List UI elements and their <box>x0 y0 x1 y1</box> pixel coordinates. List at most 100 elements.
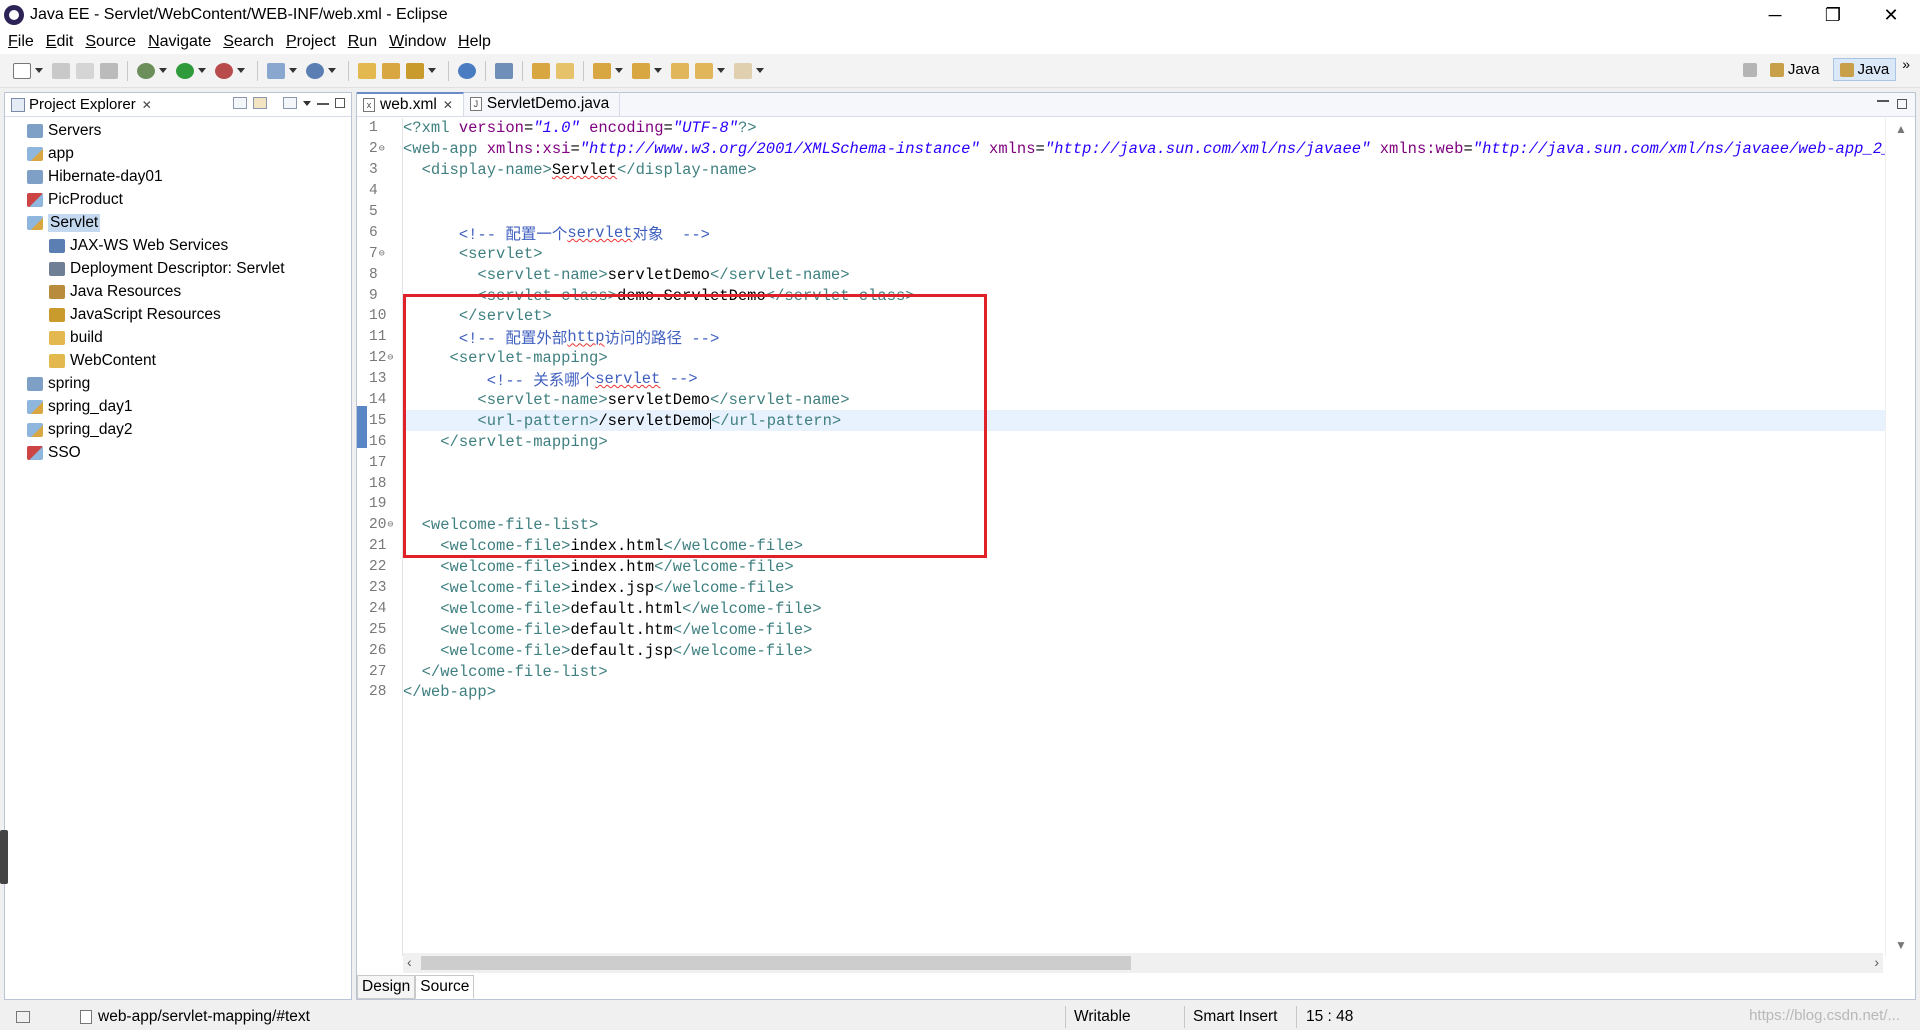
fast-view-icon[interactable] <box>16 1011 30 1023</box>
new-server-dropdown-icon[interactable] <box>289 68 297 73</box>
perspective-java[interactable]: Java <box>1763 58 1827 81</box>
code-line[interactable] <box>403 452 1885 473</box>
menu-file[interactable]: File <box>4 33 42 51</box>
tree-servers[interactable]: Servers <box>5 119 351 142</box>
code-line[interactable]: <welcome-file> index.html </welcome-file> <box>403 536 1885 557</box>
code-line[interactable]: <servlet-name> servletDemo </servlet-name> <box>403 264 1885 285</box>
vertical-scrollbar[interactable]: ▲ ▼ <box>1885 118 1915 956</box>
code-line[interactable]: <servlet-mapping> <box>403 348 1885 369</box>
save-all-icon[interactable] <box>76 62 94 79</box>
tree-java-resources[interactable]: Java Resources <box>5 280 351 303</box>
new-server-icon[interactable] <box>267 62 285 79</box>
scroll-up-icon[interactable]: ▲ <box>1895 122 1907 136</box>
fold-toggle-icon[interactable]: ⊖ <box>379 248 385 260</box>
code-line[interactable]: <web-app xmlns:xsi = "http://www.w3.org/20… <box>403 139 1885 160</box>
open-type-icon[interactable] <box>358 62 376 79</box>
next-annotation-dropdown-icon[interactable] <box>615 68 623 73</box>
tree-picproduct[interactable]: PicProduct <box>5 188 351 211</box>
scroll-right-icon[interactable]: › <box>1874 954 1879 970</box>
forward-icon[interactable] <box>734 62 752 79</box>
menu-search[interactable]: Search <box>219 33 282 51</box>
code-line[interactable]: </web-app> <box>403 682 1885 703</box>
tree-webcontent[interactable]: WebContent <box>5 349 351 372</box>
code-line[interactable] <box>403 494 1885 515</box>
tree-app[interactable]: app <box>5 142 351 165</box>
save-icon[interactable] <box>52 62 70 79</box>
fold-toggle-icon[interactable]: ⊖ <box>379 143 385 155</box>
debug-icon[interactable] <box>137 62 155 79</box>
tree-build[interactable]: build <box>5 326 351 349</box>
debug-dropdown-icon[interactable] <box>159 68 167 73</box>
search-icon[interactable] <box>406 62 424 79</box>
menu-help[interactable]: Help <box>454 33 499 51</box>
code-editor[interactable]: 1 2 ⊖ 3 4 5 6 7 ⊖ 8 9 10 11 12 ⊖ 13 14 15 16 17 18 19 20 ⊖ 21 22 2… <box>357 118 1885 956</box>
tree-hibernate-day01[interactable]: Hibernate-day01 <box>5 165 351 188</box>
view-menu-icon[interactable] <box>303 100 311 106</box>
open-resource-icon[interactable] <box>382 62 400 79</box>
code-line[interactable]: <welcome-file-list> <box>403 515 1885 536</box>
external-tools-icon[interactable] <box>215 62 233 79</box>
scroll-left-icon[interactable]: ‹ <box>407 954 412 970</box>
tree-deployment-descriptor[interactable]: Deployment Descriptor: Servlet <box>5 257 351 280</box>
menu-source[interactable]: Source <box>81 33 144 51</box>
code-line[interactable] <box>403 202 1885 223</box>
menu-edit[interactable]: Edit <box>42 33 82 51</box>
fold-toggle-icon[interactable]: ⊖ <box>387 352 393 364</box>
code-line[interactable]: <display-name> Servlet </display-name> <box>403 160 1885 181</box>
minimize-view-icon[interactable] <box>317 102 329 105</box>
code-line[interactable]: <welcome-file> index.htm </welcome-file> <box>403 557 1885 578</box>
prev-annotation-icon[interactable] <box>632 62 650 79</box>
annotation-icon[interactable] <box>532 62 550 79</box>
menu-run[interactable]: Run <box>344 33 385 51</box>
prev-annotation-dropdown-icon[interactable] <box>654 68 662 73</box>
tree-spring-day2[interactable]: spring_day2 <box>5 418 351 441</box>
last-edit-icon[interactable] <box>671 62 689 79</box>
minimize-editor-icon[interactable] <box>1877 99 1889 102</box>
code-line[interactable]: <welcome-file> index.jsp </welcome-file> <box>403 578 1885 599</box>
close-button[interactable]: ✕ <box>1862 0 1920 30</box>
search-dropdown-icon[interactable] <box>428 68 436 73</box>
code-line[interactable] <box>403 473 1885 494</box>
restore-button[interactable]: ❐ <box>1804 0 1862 30</box>
filter-icon[interactable] <box>283 97 297 109</box>
back-icon[interactable] <box>695 62 713 79</box>
new-icon[interactable] <box>13 62 31 79</box>
web-service-icon[interactable] <box>495 62 513 79</box>
scroll-down-icon[interactable]: ▼ <box>1895 938 1907 952</box>
tree-spring-day1[interactable]: spring_day1 <box>5 395 351 418</box>
maximize-editor-icon[interactable] <box>1897 99 1907 109</box>
tree-sso[interactable]: SSO <box>5 441 351 464</box>
forward-dropdown-icon[interactable] <box>756 68 764 73</box>
menu-project[interactable]: Project <box>282 33 344 51</box>
print-icon[interactable] <box>100 62 118 79</box>
code-line[interactable]: <welcome-file> default.htm </welcome-file> <box>403 619 1885 640</box>
run-icon[interactable] <box>176 62 194 79</box>
globe-icon[interactable] <box>458 62 476 79</box>
next-annotation-icon[interactable] <box>593 62 611 79</box>
task-icon[interactable] <box>556 62 574 79</box>
minimize-button[interactable]: ─ <box>1746 0 1804 30</box>
tree-servlet[interactable]: Servlet <box>5 211 351 234</box>
menu-window[interactable]: Window <box>385 33 454 51</box>
tree-spring[interactable]: spring <box>5 372 351 395</box>
code-line[interactable]: <!-- 配置外部 http 访问的路径 --> <box>403 327 1885 348</box>
tab-project-explorer[interactable]: Project Explorer ✕ <box>5 93 158 117</box>
new-dropdown-icon[interactable] <box>35 68 43 73</box>
menu-navigate[interactable]: Navigate <box>144 33 219 51</box>
code-line[interactable]: <url-pattern>/servletDemo </url-pattern> <box>403 410 1885 432</box>
tree-jaxws[interactable]: JAX-WS Web Services <box>5 234 351 257</box>
back-dropdown-icon[interactable] <box>717 68 725 73</box>
code-line[interactable]: <welcome-file> default.html </welcome-file… <box>403 598 1885 619</box>
code-line[interactable]: <servlet-class> demo.ServletDemo </servlet… <box>403 285 1885 306</box>
annotation-ruler[interactable] <box>357 118 367 956</box>
maximize-view-icon[interactable] <box>335 98 345 108</box>
close-icon[interactable]: ✕ <box>443 98 453 112</box>
run-dropdown-icon[interactable] <box>198 68 206 73</box>
code-line[interactable]: <?xml version = "1.0" encoding = "UTF-8" ?> <box>403 118 1885 139</box>
side-trim-handle[interactable] <box>0 830 8 884</box>
editor-tab-web-xml[interactable]: x web.xml ✕ <box>357 92 464 116</box>
close-icon[interactable]: ✕ <box>142 98 152 112</box>
new-web-icon[interactable] <box>306 62 324 79</box>
tree-javascript-resources[interactable]: JavaScript Resources <box>5 303 351 326</box>
code-line[interactable]: <welcome-file> default.jsp </welcome-file> <box>403 640 1885 661</box>
